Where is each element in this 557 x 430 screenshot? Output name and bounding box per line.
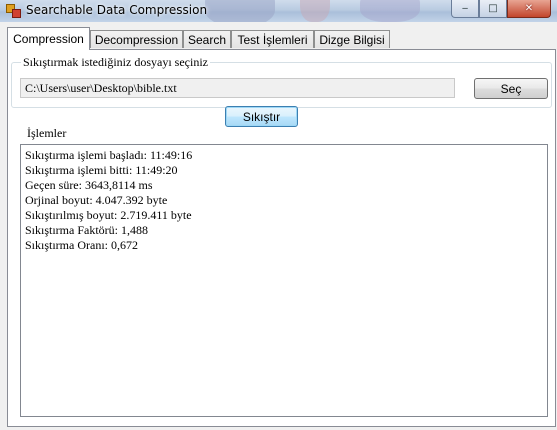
tab-test-islemleri[interactable]: Test İşlemleri bbox=[231, 30, 314, 48]
tab-search[interactable]: Search bbox=[183, 30, 231, 48]
minimize-button[interactable]: ‒ bbox=[451, 0, 479, 18]
log-line-original-size: Orjinal boyut: 4.047.392 byte bbox=[25, 193, 168, 207]
maximize-icon: □ bbox=[488, 3, 498, 14]
log-line-compression-ratio: Sıkıştırma Oranı: 0,672 bbox=[25, 238, 138, 252]
log-line-compression-factor: Sıkıştırma Faktörü: 1,488 bbox=[25, 223, 148, 237]
tab-compression[interactable]: Compression bbox=[7, 27, 90, 50]
title-bar[interactable]: Searchable Data Compression ‒ □ ✕ bbox=[0, 0, 557, 22]
titlebar-background-blob bbox=[205, 0, 275, 22]
minimize-icon: ‒ bbox=[461, 3, 469, 14]
select-file-button[interactable]: Seç bbox=[474, 78, 548, 99]
tab-dizge-bilgisi[interactable]: Dizge Bilgisi bbox=[314, 30, 390, 48]
file-path-field[interactable]: C:\Users\user\Desktop\bible.txt bbox=[20, 78, 455, 98]
operations-label: İşlemler bbox=[27, 126, 67, 140]
window-title: Searchable Data Compression bbox=[26, 3, 208, 17]
log-line-compressed-size: Sıkıştırılmış boyut: 2.719.411 byte bbox=[25, 208, 192, 222]
log-line-compress-start: Sıkıştırma işlemi başladı: 11:49:16 bbox=[25, 148, 193, 162]
compress-button[interactable]: Sıkıştır bbox=[225, 106, 298, 127]
window-controls: ‒ □ ✕ bbox=[451, 0, 551, 18]
titlebar-background-blob bbox=[300, 0, 330, 22]
operations-log[interactable]: Sıkıştırma işlemi başladı: 11:49:16 Sıkı… bbox=[20, 144, 548, 417]
app-icon bbox=[6, 4, 21, 18]
tab-decompression[interactable]: Decompression bbox=[90, 30, 183, 48]
log-line-compress-end: Sıkıştırma işlemi bitti: 11:49:20 bbox=[25, 163, 178, 177]
file-select-group-label: Sıkıştırmak istediğiniz dosyayı seçiniz bbox=[21, 55, 210, 70]
close-icon: ✕ bbox=[524, 3, 534, 14]
close-button[interactable]: ✕ bbox=[507, 0, 551, 18]
log-line-elapsed-time: Geçen süre: 3643,8114 ms bbox=[25, 178, 153, 192]
maximize-button[interactable]: □ bbox=[479, 0, 507, 18]
titlebar-background-blob bbox=[360, 0, 420, 22]
